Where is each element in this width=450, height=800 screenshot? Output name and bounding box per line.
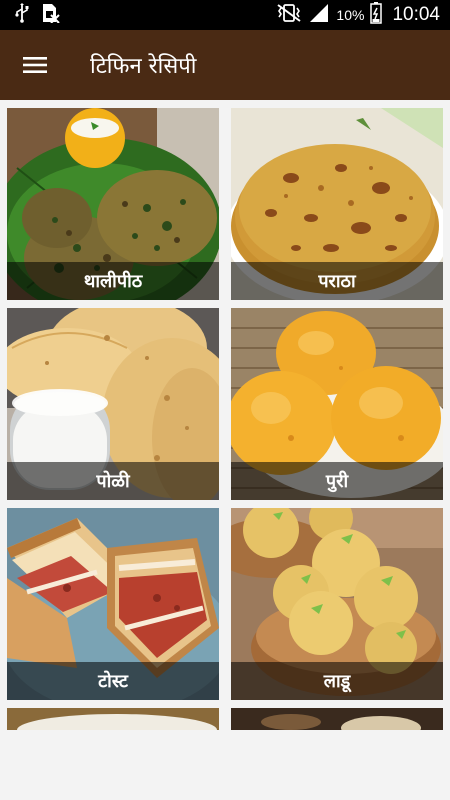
recipe-card-ladoo[interactable]: लाडू [231, 508, 443, 700]
recipe-caption: टोस्ट [7, 662, 219, 700]
battery-icon [370, 2, 383, 28]
recipe-label: पोळी [96, 471, 130, 492]
recipe-grid: थालीपीठ पराठा पोळी पुरी टोस्ट लाडू [0, 100, 450, 800]
recipe-label: पुरी [325, 471, 349, 492]
usb-icon [14, 3, 30, 27]
recipe-card-thalipeeth[interactable]: थालीपीठ [7, 108, 219, 300]
recipe-label: लाडू [323, 671, 351, 692]
vibrate-icon [276, 3, 302, 27]
recipe-image-partial [231, 708, 443, 730]
app-bar: टिफिन रेसिपी [0, 30, 450, 100]
recipe-label: पराठा [318, 271, 356, 292]
page-title: टिफिन रेसिपी [90, 54, 197, 79]
recipe-caption: पोळी [7, 462, 219, 500]
recipe-label: टोस्ट [98, 671, 128, 692]
sim-card-icon [40, 3, 60, 27]
hamburger-menu-icon [23, 57, 47, 73]
recipe-card-toast[interactable]: टोस्ट [7, 508, 219, 700]
recipe-card-paratha[interactable]: पराठा [231, 108, 443, 300]
recipe-image-partial [7, 708, 219, 730]
recipe-caption: थालीपीठ [7, 262, 219, 300]
recipe-card-partial[interactable] [231, 708, 443, 730]
recipe-caption: पुरी [231, 462, 443, 500]
recipe-label: थालीपीठ [83, 271, 143, 292]
status-bar: 10% 10:04 [0, 0, 450, 30]
recipe-card-partial[interactable] [7, 708, 219, 730]
signal-icon [308, 3, 330, 27]
recipe-card-poli[interactable]: पोळी [7, 308, 219, 500]
clock: 10:04 [392, 4, 440, 25]
recipe-caption: लाडू [231, 662, 443, 700]
recipe-card-puri[interactable]: पुरी [231, 308, 443, 500]
recipe-caption: पराठा [231, 262, 443, 300]
hamburger-menu-button[interactable] [0, 30, 70, 100]
battery-percent: 10% [336, 7, 365, 23]
